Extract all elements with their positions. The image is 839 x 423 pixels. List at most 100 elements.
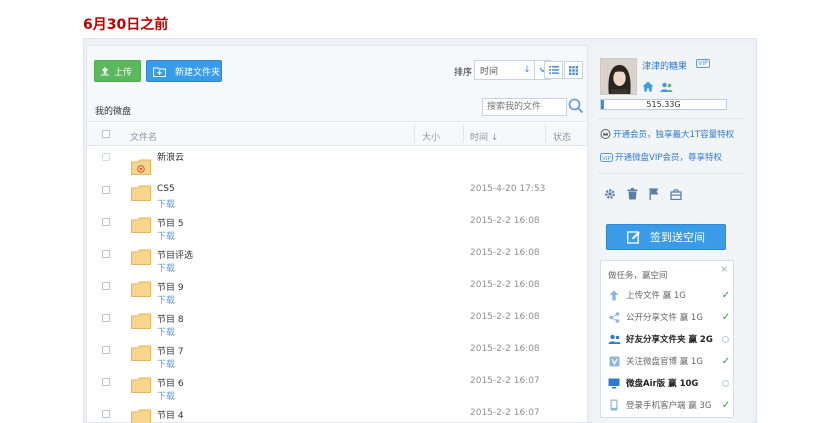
table-row[interactable]: 节目 5 下载 2015-2-2 16:08 xyxy=(87,212,587,244)
checkin-button[interactable]: 签到送空间 xyxy=(606,224,726,250)
monitor-icon xyxy=(607,377,621,389)
file-name[interactable]: 节目 6 xyxy=(157,376,184,389)
download-link[interactable]: 下载 xyxy=(157,357,175,370)
vip-badge[interactable]: VIP xyxy=(696,59,710,68)
cloud-folder-icon xyxy=(131,159,151,175)
settings-gear-icon[interactable] xyxy=(604,188,616,200)
file-time: 2015-2-2 16:08 xyxy=(470,312,540,322)
divider xyxy=(598,118,744,119)
file-name[interactable]: 节目 9 xyxy=(157,280,184,293)
task-label: 好友分享文件夹 赢 2G xyxy=(626,335,713,345)
upload-icon xyxy=(101,67,109,76)
user-sidebar: 津津的糖果 VIP 515.33G 开通会员，独享最大1T容量特权 VIP 开通… xyxy=(592,45,752,423)
file-name[interactable]: 节目 5 xyxy=(157,216,184,229)
task-item[interactable]: 登录手机客户端 赢 3G ✓ xyxy=(607,394,731,416)
row-checkbox[interactable] xyxy=(102,346,110,354)
file-time: 2015-2-2 16:07 xyxy=(470,408,540,418)
row-checkbox[interactable] xyxy=(102,378,110,386)
sort-select[interactable]: 时间 ↓ xyxy=(474,60,551,80)
check-icon: ✓ xyxy=(721,289,731,301)
flag-icon[interactable] xyxy=(649,188,659,200)
avatar[interactable] xyxy=(600,58,637,95)
download-link[interactable]: 下载 xyxy=(157,293,175,306)
grid-view-icon xyxy=(569,65,578,75)
new-folder-button[interactable]: 新建文件夹 xyxy=(146,60,222,82)
download-link[interactable]: 下载 xyxy=(157,389,175,402)
task-item[interactable]: 公开分享文件 赢 1G ✓ xyxy=(607,306,731,328)
column-time[interactable]: 时间 ↓ xyxy=(470,130,498,143)
row-checkbox[interactable] xyxy=(102,186,110,194)
column-name[interactable]: 文件名 xyxy=(130,130,157,143)
file-name[interactable]: 新浪云 xyxy=(157,150,184,163)
task-label: 登录手机客户端 赢 3G xyxy=(626,401,712,411)
table-row[interactable]: 节目 4 2015-2-2 16:07 xyxy=(87,404,587,423)
table-row[interactable]: CS5 下载 2015-4-20 17:53 xyxy=(87,180,587,212)
task-item[interactable]: 上传文件 赢 1G ✓ xyxy=(607,284,731,306)
grid-view-button[interactable] xyxy=(564,61,583,79)
download-link[interactable]: 下载 xyxy=(157,197,175,210)
vip-promo-link[interactable]: VIP 开通微盘VIP会员，尊享特权 xyxy=(600,151,722,163)
download-link[interactable]: 下载 xyxy=(157,261,175,274)
column-status: 状态 xyxy=(553,133,572,143)
task-panel: 做任务，赢空间 × 上传文件 赢 1G ✓ 公开分享文件 赢 1G ✓ 好友分享… xyxy=(600,260,734,418)
search-input[interactable] xyxy=(482,98,567,116)
file-name[interactable]: CS5 xyxy=(157,184,175,194)
row-checkbox[interactable] xyxy=(102,153,110,161)
table-row[interactable]: 节目 9 下载 2015-2-2 16:08 xyxy=(87,276,587,308)
table-row[interactable]: 节目 7 下载 2015-2-2 16:08 xyxy=(87,340,587,372)
upload-button[interactable]: 上传 xyxy=(94,60,141,82)
cart-icon[interactable] xyxy=(670,188,682,200)
list-view-button[interactable] xyxy=(544,61,563,79)
storage-quota-bar: 515.33G xyxy=(600,99,727,110)
row-checkbox[interactable] xyxy=(102,410,110,418)
file-name[interactable]: 节目 7 xyxy=(157,344,184,357)
sort-label: 排序 xyxy=(454,68,473,78)
column-divider xyxy=(545,126,546,143)
search-icon[interactable] xyxy=(568,98,584,114)
row-checkbox[interactable] xyxy=(102,250,110,258)
divider xyxy=(598,173,744,174)
download-link[interactable]: 下载 xyxy=(157,325,175,338)
new-folder-button-label: 新建文件夹 xyxy=(175,67,221,78)
row-checkbox[interactable] xyxy=(102,282,110,290)
table-row[interactable]: 节目 8 下载 2015-2-2 16:08 xyxy=(87,308,587,340)
row-checkbox[interactable] xyxy=(102,218,110,226)
folder-icon xyxy=(131,409,151,423)
task-item[interactable]: 微盘Air版 赢 10G xyxy=(607,372,731,394)
table-header: 文件名 大小 时间 ↓ 状态 xyxy=(87,123,587,146)
file-name[interactable]: 节目评选 xyxy=(157,248,193,261)
file-name[interactable]: 节目 4 xyxy=(157,408,184,421)
row-checkbox[interactable] xyxy=(102,314,110,322)
friends-icon[interactable] xyxy=(660,82,673,92)
table-row[interactable]: 节目 6 下载 2015-2-2 16:07 xyxy=(87,372,587,404)
file-time: 2015-2-2 16:08 xyxy=(470,248,540,258)
file-name[interactable]: 节目 8 xyxy=(157,312,184,325)
pending-icon xyxy=(722,335,729,343)
sort-value: 时间 xyxy=(480,66,499,77)
avatar-portrait-icon xyxy=(601,59,636,94)
task-item[interactable]: 关注微盘官博 赢 1G ✓ xyxy=(607,350,731,372)
folder-icon xyxy=(131,345,151,361)
edit-icon xyxy=(627,231,640,244)
download-link[interactable]: 下载 xyxy=(157,229,175,242)
trash-icon[interactable] xyxy=(627,188,638,200)
file-time: 2015-4-20 17:53 xyxy=(470,184,546,194)
home-icon[interactable] xyxy=(642,81,654,92)
breadcrumb[interactable]: 我的微盘 xyxy=(95,104,131,117)
column-size[interactable]: 大小 xyxy=(422,130,440,143)
task-panel-title: 做任务，赢空间 xyxy=(608,271,668,281)
select-all-checkbox[interactable] xyxy=(102,130,110,138)
username[interactable]: 津津的糖果 xyxy=(642,59,687,72)
share-icon xyxy=(607,311,621,323)
page-caption: 6月30日之前 xyxy=(83,17,169,33)
table-row[interactable]: 新浪云 xyxy=(87,147,587,179)
folder-icon xyxy=(131,185,151,201)
vip-crown-icon xyxy=(600,129,611,139)
table-row[interactable]: 节目评选 下载 2015-2-2 16:08 xyxy=(87,244,587,276)
member-promo-link[interactable]: 开通会员，独享最大1T容量特权 xyxy=(600,128,734,140)
close-icon[interactable]: × xyxy=(720,265,728,275)
storage-quota-text: 515.33G xyxy=(646,100,681,109)
folder-icon xyxy=(131,217,151,233)
task-item[interactable]: 好友分享文件夹 赢 2G xyxy=(607,328,731,350)
sort-direction-icon[interactable]: ↓ xyxy=(520,65,534,75)
